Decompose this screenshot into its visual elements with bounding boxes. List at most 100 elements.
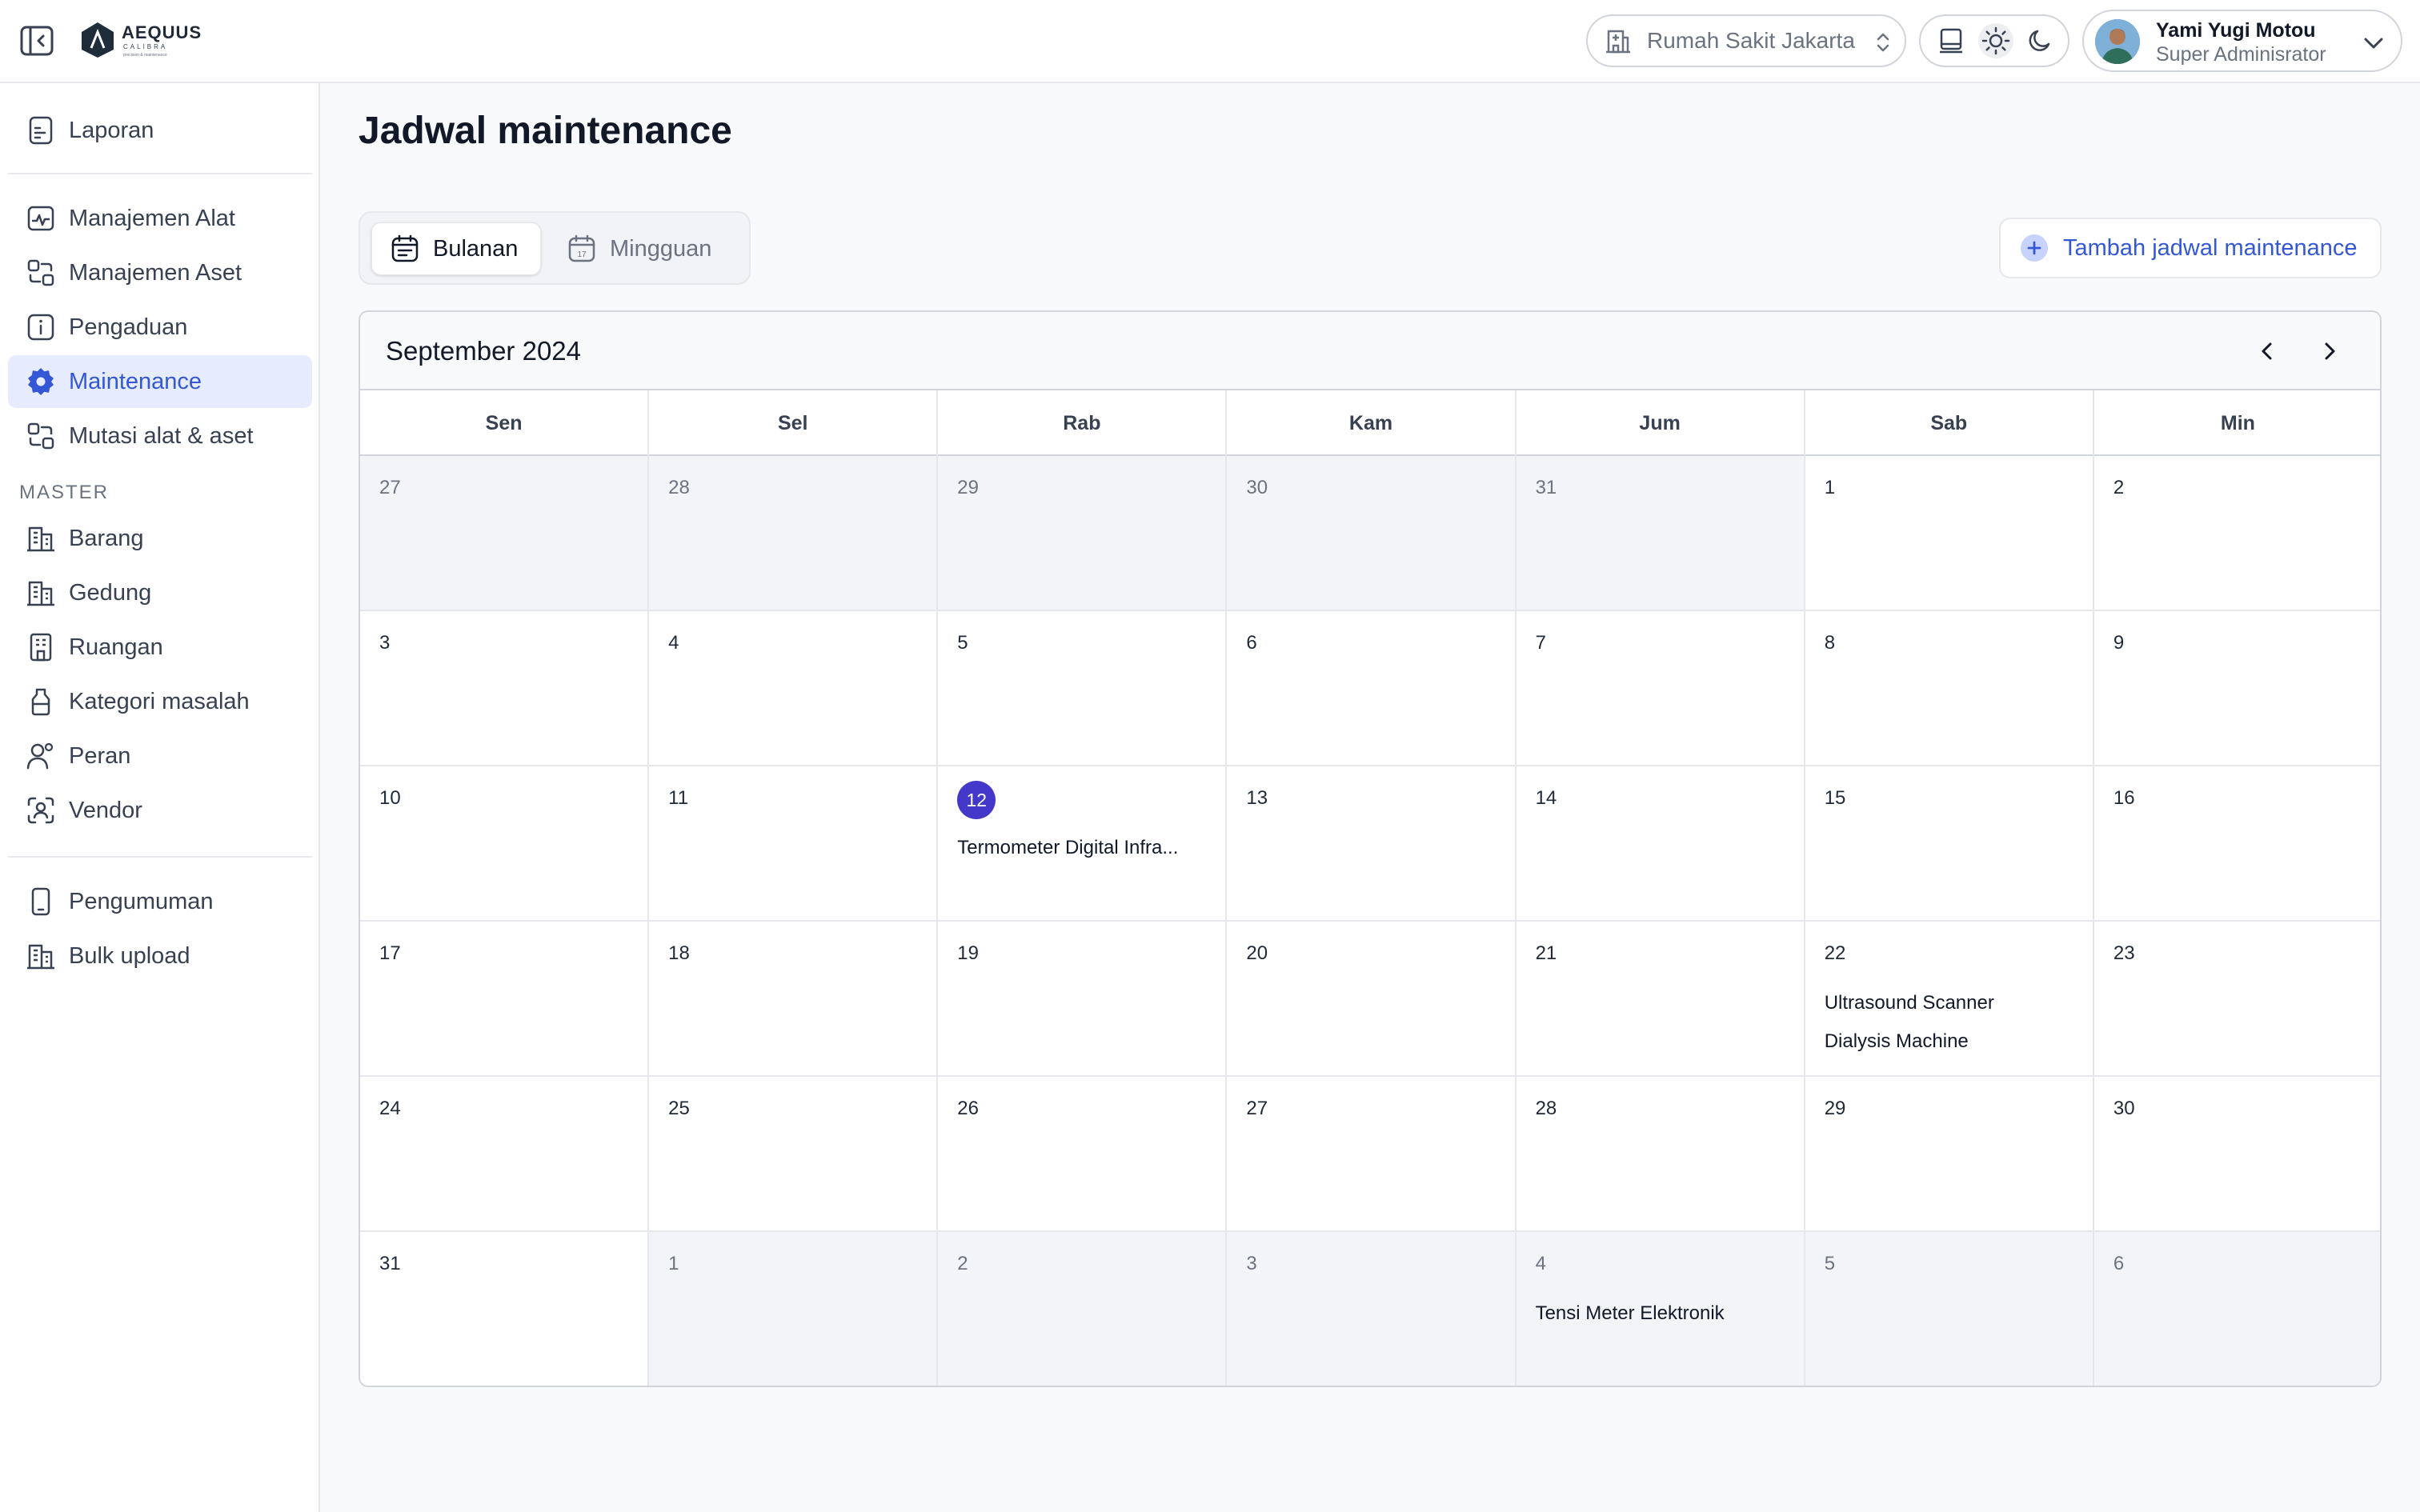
sidebar-item-label: Laporan [69,117,154,143]
calendar-event[interactable]: Tensi Meter Elektronik [1536,1302,1725,1325]
calendar-day[interactable]: 28 [649,456,939,611]
weekday-label: Min [2094,390,2380,456]
calendar-day[interactable]: 29 [938,456,1228,611]
tab-bulanan[interactable]: Bulanan [371,222,541,275]
chevron-down-icon [2364,38,2383,49]
calendar-day[interactable]: 7 [1516,611,1805,766]
calendar-day[interactable]: 27 [1227,1077,1517,1232]
sidebar-item-peran[interactable]: Peran [8,730,312,782]
calendar-day[interactable]: 30 [1227,456,1517,611]
calendar-day[interactable]: 22 Ultrasound Scanner Dialysis Machine [1805,922,2094,1077]
sidebar-item-label: Bulk upload [69,942,190,969]
previous-month-button[interactable] [2246,330,2289,373]
sidebar-item-laporan[interactable]: Laporan [8,104,312,157]
calendar-day-today[interactable]: 12 Termometer Digital Infra... [938,766,1228,922]
calendar-day[interactable]: 17 [360,922,650,1077]
calendar-day[interactable]: 6 [2093,1232,2380,1386]
moon-icon[interactable] [2023,23,2058,58]
hospital-select[interactable]: Rumah Sakit Jakarta [1586,14,1906,67]
calendar-day[interactable]: 14 [1516,766,1805,922]
calendar-day[interactable]: 19 [938,922,1228,1077]
sidebar-item-label: Maintenance [69,368,202,394]
calendar-day[interactable]: 3 [1227,1232,1517,1386]
system-theme-icon[interactable] [1933,23,1969,58]
next-month-button[interactable] [2308,330,2351,373]
app-logo[interactable]: AEQUUS CALIBRA precision & maintenance [80,19,208,61]
day-number: 18 [668,942,690,964]
sidebar-item-label: Manajemen Aset [69,259,242,286]
sidebar-item-manajemen-aset[interactable]: Manajemen Aset [8,246,312,299]
calendar-day[interactable]: 2 [938,1232,1228,1386]
sidebar-item-label: Gedung [69,579,152,606]
calendar-day[interactable]: 13 [1227,766,1517,922]
day-number: 16 [2113,787,2135,809]
calendar-day[interactable]: 6 [1227,611,1517,766]
calendar-day[interactable]: 9 [2093,611,2380,766]
calendar-day[interactable]: 25 [649,1077,939,1232]
calendar-day[interactable]: 5 [1805,1232,2094,1386]
calendar-day[interactable]: 21 [1516,922,1805,1077]
sidebar-item-pengumuman[interactable]: Pengumuman [8,875,312,928]
calendar-day[interactable]: 5 [938,611,1228,766]
user-menu[interactable]: Yami Yugi Motou Super Adminisrator [2082,10,2402,72]
calendar-day[interactable]: 30 [2093,1077,2380,1232]
sidebar-item-vendor[interactable]: Vendor [8,784,312,837]
day-number: 6 [2113,1253,2125,1274]
calendar-day[interactable]: 28 [1516,1077,1805,1232]
day-number: 30 [2113,1098,2135,1119]
tab-mingguan[interactable]: 17 Mingguan [549,222,741,275]
sidebar-item-manajemen-alat[interactable]: Manajemen Alat [8,192,312,245]
calendar-day[interactable]: 11 [649,766,939,922]
day-number: 25 [668,1098,690,1119]
sidebar-item-barang[interactable]: Barang [8,512,312,565]
gear-icon [28,368,54,395]
day-number: 15 [1824,787,1846,809]
sidebar-divider [8,173,312,174]
calendar-day[interactable]: 31 [1516,456,1805,611]
calendar-day[interactable]: 10 [360,766,650,922]
calendar-day[interactable]: 4 [649,611,939,766]
sidebar-item-ruangan[interactable]: Ruangan [8,621,312,674]
sidebar-item-gedung[interactable]: Gedung [8,566,312,619]
calendar-day[interactable]: 29 [1805,1077,2094,1232]
calendar-day[interactable]: 23 [2093,922,2380,1077]
calendar-day[interactable]: 24 [360,1077,650,1232]
add-maintenance-button[interactable]: Tambah jadwal maintenance [1999,218,2382,278]
calendar-day[interactable]: 26 [938,1077,1228,1232]
calendar: September 2024 Sen Sel Rab Kam Jum Sab Min 27 2… [359,310,2382,1387]
calendar-day[interactable]: 18 [649,922,939,1077]
calendar-day[interactable]: 31 [360,1232,650,1386]
calendar-day[interactable]: 27 [360,456,650,611]
hospital-icon [1606,30,1630,54]
calendar-day[interactable]: 16 [2093,766,2380,922]
calendar-day[interactable]: 20 [1227,922,1517,1077]
day-number: 22 [1824,942,1846,964]
sidebar-item-kategori-masalah[interactable]: Kategori masalah [8,675,312,728]
chevron-left-icon [2262,342,2272,360]
calendar-event[interactable]: Dialysis Machine [1825,1030,1969,1053]
logo-subtitle: CALIBRA [123,43,168,50]
calendar-day[interactable]: 1 [649,1232,939,1386]
report-icon [29,116,53,145]
calendar-day[interactable]: 15 [1805,766,2094,922]
day-number: 27 [379,477,401,498]
calendar-day[interactable]: 8 [1805,611,2094,766]
calendar-day[interactable]: 2 [2093,456,2380,611]
sidebar-item-maintenance[interactable]: Maintenance [8,355,312,408]
sidebar-item-mutasi[interactable]: Mutasi alat & aset [8,410,312,462]
day-number: 2 [957,1253,968,1274]
day-number: 27 [1246,1098,1268,1119]
day-number: 23 [2113,942,2135,964]
sidebar-item-bulk-upload[interactable]: Bulk upload [8,930,312,982]
sidebar-item-pengaduan[interactable]: Pengaduan [8,301,312,354]
chevron-right-icon [2325,342,2335,360]
calendar-day[interactable]: 4 Tensi Meter Elektronik [1516,1232,1805,1386]
calendar-day[interactable]: 1 [1805,456,2094,611]
sidebar-item-label: Pengaduan [69,314,188,340]
sun-icon[interactable] [1978,23,2013,58]
calendar-event[interactable]: Ultrasound Scanner [1825,992,1994,1014]
calendar-month-label: September 2024 [386,336,582,366]
calendar-event[interactable]: Termometer Digital Infra... [957,837,1178,859]
calendar-day[interactable]: 3 [360,611,650,766]
sidebar-toggle-icon[interactable] [19,24,56,58]
